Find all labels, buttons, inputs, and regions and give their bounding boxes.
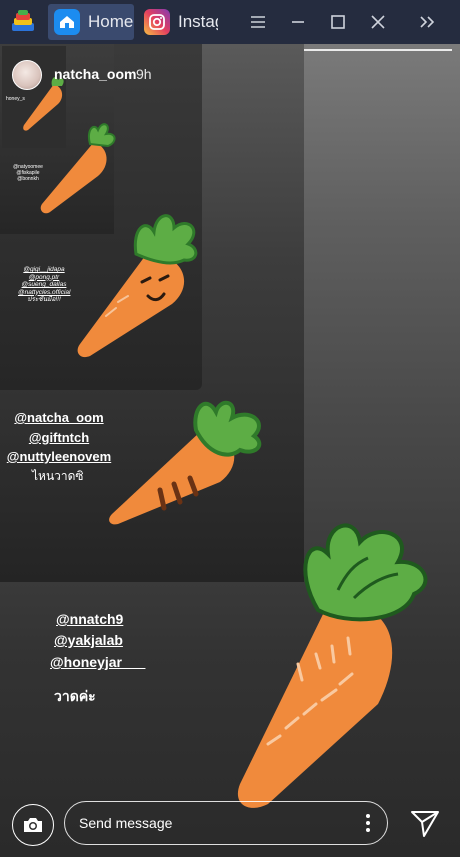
more-options-icon[interactable] [365,813,371,833]
instagram-icon [144,9,170,35]
mention-yakjalab[interactable]: @yakjalab [54,632,123,648]
tab-home[interactable]: Home [48,4,134,40]
tab-home-label: Home [88,12,134,31]
mid-mention-3: @sueng_dallas [21,281,67,288]
story-viewer[interactable]: honey_s @natyoomee @fiskapile @bonnkh @g… [0,44,460,857]
collapse-icon[interactable] [412,6,444,38]
mid-caption: ประชันมือ!!! [27,296,61,303]
bluestacks-logo-icon[interactable] [10,9,36,35]
story-time: 9h [136,66,152,82]
tab-instagram-label: Instagram [178,12,218,31]
maximize-icon[interactable] [322,6,354,38]
camera-icon [24,818,42,832]
carrot-drawing-small [40,123,116,214]
story-username[interactable]: natcha_oom [54,66,136,82]
home-icon [54,9,80,35]
caption-level1: ไหนวาดซิ [32,469,84,483]
send-icon[interactable] [408,806,442,840]
mid-mentions: @gigi__jidapa @pong.ptr @sueng_dallas @n… [18,266,70,304]
mid-mention-4: @nattycles.official [18,288,71,296]
mention-honeyjar[interactable]: @honeyjar___ [50,654,145,670]
carrot-drawing-stripes [109,401,262,525]
menu-icon[interactable] [242,6,274,38]
close-icon[interactable] [362,6,394,38]
mention-nuttyleenovem[interactable]: @nuttyleenovem [2,449,116,464]
mid-mention-1: @gigi__jidapa [23,266,65,273]
avatar[interactable] [12,60,42,90]
mid-mention-2: @pong.ptr [28,273,60,281]
camera-button[interactable] [12,804,54,846]
mention-natcha-oom[interactable]: @natcha_oom [12,410,106,425]
send-message-placeholder: Send message [79,815,173,831]
reshared-story-level1: honey_s @natyoomee @fiskapile @bonnkh @g… [0,44,304,582]
mention-nnatch9[interactable]: @nnatch9 [56,611,123,627]
carrot-drawing-face [77,214,198,358]
emulator-title-bar: Home Instagram [0,0,460,44]
reshared-story-level2: honey_s @natyoomee @fiskapile @bonnkh @g… [0,44,202,390]
send-message-input[interactable]: Send message [64,801,388,845]
carrot-drawing-large [237,523,428,808]
tab-instagram[interactable]: Instagram [138,4,218,40]
caption-level0: วาดค่ะ [54,688,96,704]
mention-giftntch[interactable]: @giftntch [26,430,92,445]
minimize-icon[interactable] [282,6,314,38]
